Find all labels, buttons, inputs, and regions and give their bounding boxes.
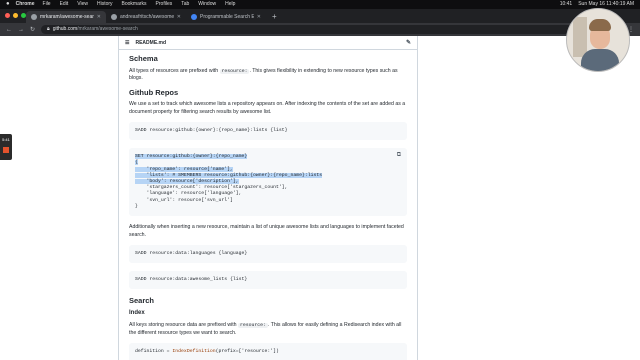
code-block-index-definition: definition = IndexDefinition(prefix=['re… [129,343,407,360]
webcam-overlay [566,8,630,72]
code-text: (prefix=['resource:']) [215,349,279,355]
google-icon [191,14,197,20]
url-host: github.com [52,26,78,32]
new-tab-button[interactable]: + [266,11,283,23]
close-window-icon[interactable] [5,13,10,18]
reload-icon[interactable]: ↻ [30,26,35,33]
url-path: /mrkaram/awesome-search [77,26,138,32]
list-icon[interactable]: ☰ [125,40,129,46]
webcam-door [573,17,587,57]
zoom-window-icon[interactable] [21,13,26,18]
minimize-window-icon[interactable] [13,13,18,18]
code-function: IndexDefinition [172,349,216,355]
code-block-awesome-lists: SADD resource:data:awesome_lists {list} [129,271,407,290]
close-tab-icon[interactable]: ✕ [257,11,261,23]
clock: Sun May 16 11:40:19 AM [578,1,634,7]
code-block-sadd-lists: SADD resource:github:{owner}:{repo_name}… [129,122,407,141]
window-controls [5,13,26,18]
code-block-languages: SADD resource:data:languages {language} [129,245,407,264]
github-repos-heading: Github Repos [129,87,179,97]
tab-awesome[interactable]: andreasfritsch/awesome ✕ [106,11,186,23]
code-text: 'stargazers_count': resource['stargazers… [135,185,288,209]
tab-title: mrkaram/awesome-search [40,14,94,20]
forward-icon[interactable]: → [18,27,24,33]
code-text: definition = [135,349,173,355]
toolbar: ← → ↻ 🔒︎ github.com/mrkaram/awesome-sear… [0,23,640,36]
tab-strip: mrkaram/awesome-search ✕ andreasfritsch/… [0,9,640,23]
menu-view[interactable]: View [77,0,88,9]
readme-body: Schema All types of resources are prefix… [119,50,417,360]
back-icon[interactable]: ← [6,27,12,33]
tab-title: Programmable Search Engine [200,14,254,20]
menu-file[interactable]: File [43,0,51,9]
lock-icon: 🔒︎ [47,26,50,32]
edit-pencil-icon[interactable]: ✎ [406,39,411,46]
tab-title: andreasfritsch/awesome [120,14,174,20]
selected-code: SET resource:github:{owner}:{repo_name} … [135,154,323,185]
schema-heading: Schema [129,54,158,63]
menu-window[interactable]: Window [198,0,216,9]
search-heading: Search [129,296,155,306]
schema-paragraph: All types of resources are prefixed with… [129,68,407,83]
readme-header: ☰ README.md ✎ [119,36,417,50]
menu-app-name[interactable]: Chrome [16,0,35,9]
menu-bookmarks[interactable]: Bookmarks [122,0,147,9]
tab-programmable-search[interactable]: Programmable Search Engine ✕ [186,11,266,23]
inline-code: resource: [238,323,268,329]
unique-paragraph: Additionally when inserting a new resour… [129,224,404,238]
recording-panel: 5:41 [0,134,12,160]
recording-time: 5:41 [2,137,10,142]
inline-code: resource: [219,68,250,74]
address-bar[interactable]: 🔒︎ github.com/mrkaram/awesome-search [41,25,598,34]
readme-panel: ☰ README.md ✎ Schema All types of resour… [118,36,418,360]
copy-icon[interactable]: ⧉ [397,151,401,158]
close-tab-icon[interactable]: ✕ [177,11,181,23]
repos-paragraph: We use a set to track which awesome list… [129,101,406,115]
menu-help[interactable]: Help [225,0,235,9]
macos-menu-bar: ● Chrome File Edit View History Bookmark… [0,0,640,9]
index-paragraph: All keys storing resource data are prefi… [129,322,407,337]
page-content: 5:41 ☰ README.md ✎ Schema All types of r… [0,36,640,360]
schema-text: All types of resources are prefixed with [129,67,219,74]
github-icon [111,14,117,20]
menu-history[interactable]: History [97,0,113,9]
readme-filename: README.md [135,39,167,46]
menu-profiles[interactable]: Profiles [156,0,173,9]
apple-icon[interactable]: ● [6,0,10,9]
index-heading: Index [129,309,145,316]
webcam-person-body [581,49,619,71]
index-text: All keys storing resource data are prefi… [129,322,237,329]
close-tab-icon[interactable]: ✕ [97,11,101,23]
menu-edit[interactable]: Edit [60,0,69,9]
webcam-person-hair [589,19,611,31]
stop-recording-button[interactable] [3,147,9,153]
tab-awesome-search[interactable]: mrkaram/awesome-search ✕ [26,11,106,23]
status-time: 10:41 [559,1,573,7]
code-block-set-resource: SET resource:github:{owner}:{repo_name} … [129,148,407,217]
github-icon [31,14,37,20]
menu-tab[interactable]: Tab [181,0,189,9]
